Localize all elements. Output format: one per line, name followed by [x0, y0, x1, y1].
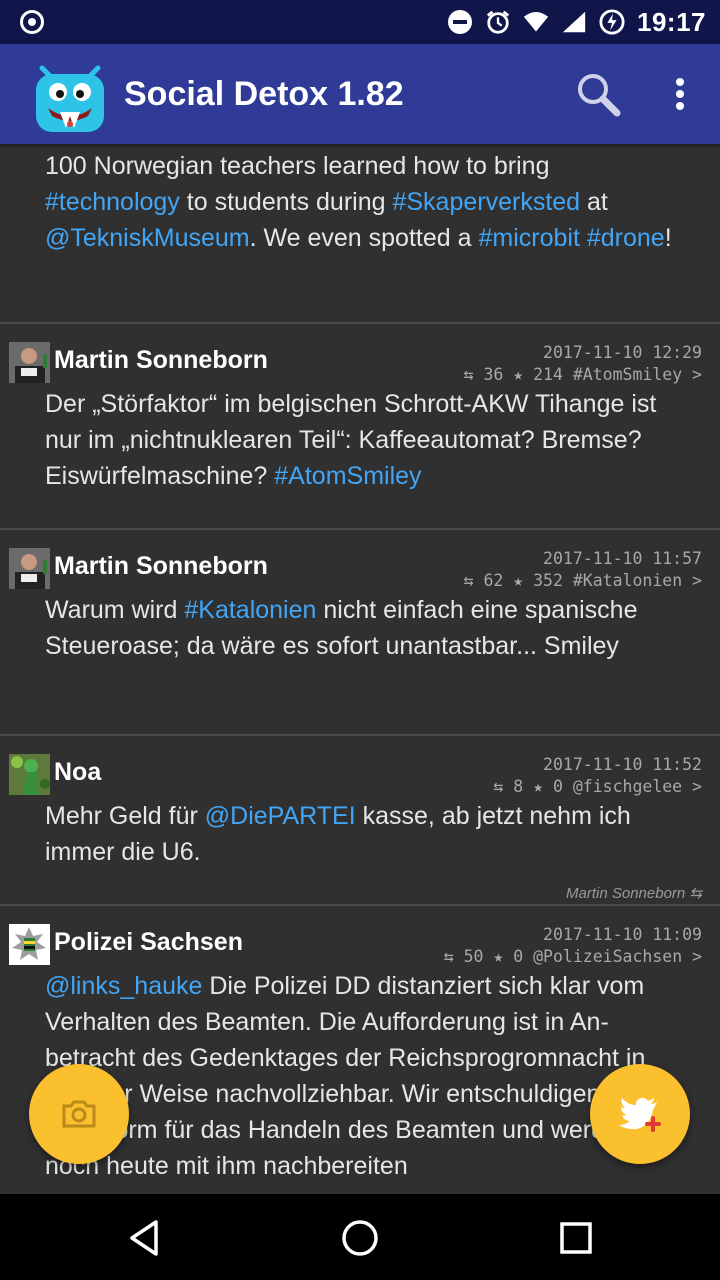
navigation-bar	[0, 1194, 720, 1280]
notification-dot-icon	[20, 10, 44, 34]
recents-icon[interactable]	[554, 1216, 598, 1260]
tweet-stats[interactable]: ⇆ 8 ★ 0 @fischgelee >	[493, 776, 702, 798]
hashtag-link[interactable]: #Katalonien	[184, 596, 316, 624]
avatar[interactable]	[9, 548, 50, 589]
tweet-text-segment: !	[664, 224, 672, 252]
hashtag-link[interactable]: #AtomSmiley	[274, 462, 421, 490]
mention-link[interactable]: @links_hauke	[45, 972, 202, 1000]
avatar[interactable]	[9, 342, 50, 383]
do-not-disturb-icon	[447, 9, 473, 35]
tweet-stats[interactable]: ⇆ 50 ★ 0 @PolizeiSachsen >	[444, 946, 702, 968]
battery-charging-icon	[599, 9, 625, 35]
tweet-feed[interactable]: 100 Norwegian teachers learned how to br…	[0, 144, 720, 1194]
tweet-text: 100 Norwegian teachers learned how to br…	[45, 148, 680, 256]
app-bar: Social Detox 1.82	[0, 44, 720, 144]
tweet-text: Warum wird #Katalonien nicht einfach ein…	[45, 592, 680, 664]
home-icon[interactable]	[338, 1216, 382, 1260]
compose-tweet-button[interactable]	[590, 1064, 690, 1164]
app-logo-icon	[36, 65, 104, 132]
tweet-meta: 2017-11-10 11:57 ⇆ 62 ★ 352 #Katalonien …	[464, 548, 702, 592]
hashtag-link[interactable]: #Skaperverksted	[392, 188, 580, 216]
avatar[interactable]	[9, 754, 50, 795]
camera-icon	[62, 1100, 96, 1128]
tweet-timestamp: 2017-11-10 11:52	[543, 755, 702, 774]
search-icon[interactable]	[574, 70, 622, 118]
tweet-author[interactable]: Polizei Sachsen	[54, 928, 243, 957]
clock: 19:17	[637, 6, 706, 37]
tweet-text-segment: Die Polizei DD distanziert sich klar vom…	[45, 972, 675, 1180]
tweet-timestamp: 2017-11-10 11:57	[543, 549, 702, 568]
hashtag-link[interactable]: #technology	[45, 188, 180, 216]
tweet-text-segment: . We even spotted a	[249, 224, 479, 252]
tweet-text-segment	[580, 224, 587, 252]
mention-link[interactable]: @TekniskMuseum	[45, 224, 250, 252]
wifi-icon	[523, 9, 549, 35]
tweet[interactable]: Noa 2017-11-10 11:52 ⇆ 8 ★ 0 @fischgelee…	[0, 736, 720, 906]
tweet-text-segment: Mehr Geld für	[45, 802, 205, 830]
tweet-stats[interactable]: ⇆ 62 ★ 352 #Katalonien >	[464, 570, 702, 592]
tweet-text: @links_hauke Die Polizei DD distanziert …	[45, 968, 680, 1184]
hashtag-link[interactable]: #microbit	[478, 224, 579, 252]
tweet-text-segment: at	[580, 188, 608, 216]
tweet[interactable]: Martin Sonneborn 2017-11-10 11:57 ⇆ 62 ★…	[0, 530, 720, 736]
tweet-author[interactable]: Martin Sonneborn	[54, 552, 268, 581]
tweet-timestamp: 2017-11-10 12:29	[543, 343, 702, 362]
avatar[interactable]	[9, 924, 50, 965]
retweeted-by[interactable]: Martin Sonneborn ⇆	[566, 884, 702, 902]
tweet-stats[interactable]: ⇆ 36 ★ 214 #AtomSmiley >	[464, 364, 702, 386]
tweet-author[interactable]: Martin Sonneborn	[54, 346, 268, 375]
tweet-meta: 2017-11-10 11:52 ⇆ 8 ★ 0 @fischgelee >	[493, 754, 702, 798]
mention-link[interactable]: @DiePARTEI	[205, 802, 356, 830]
tweet[interactable]: Martin Sonneborn 2017-11-10 12:29 ⇆ 36 ★…	[0, 324, 720, 530]
hashtag-link[interactable]: #drone	[587, 224, 665, 252]
tweet-text-segment: to students during	[179, 188, 393, 216]
tweet-text-segment: Warum wird	[45, 596, 185, 624]
more-options-icon[interactable]	[664, 74, 696, 114]
tweet-meta: 2017-11-10 12:29 ⇆ 36 ★ 214 #AtomSmiley …	[464, 342, 702, 386]
signal-icon	[561, 9, 587, 35]
tweet-author[interactable]: Noa	[54, 758, 101, 787]
alarm-icon	[485, 9, 511, 35]
app-title: Social Detox 1.82	[124, 74, 404, 113]
tweet-meta: 2017-11-10 11:09 ⇆ 50 ★ 0 @PolizeiSachse…	[444, 924, 702, 968]
tweet-text: Der „Störfaktor“ im belgischen Schrott-A…	[45, 386, 680, 494]
back-icon[interactable]	[122, 1216, 166, 1260]
tweet-timestamp: 2017-11-10 11:09	[543, 925, 702, 944]
tweet-partial[interactable]: 100 Norwegian teachers learned how to br…	[0, 144, 720, 324]
camera-button[interactable]	[29, 1064, 129, 1164]
twitter-bird-add-icon	[619, 1097, 661, 1132]
status-bar: 19:17	[0, 0, 720, 44]
tweet-text: Mehr Geld für @DiePARTEI kasse, ab jetzt…	[45, 798, 680, 870]
tweet-text-segment: 100 Norwegian teachers learned how to br…	[45, 152, 550, 180]
